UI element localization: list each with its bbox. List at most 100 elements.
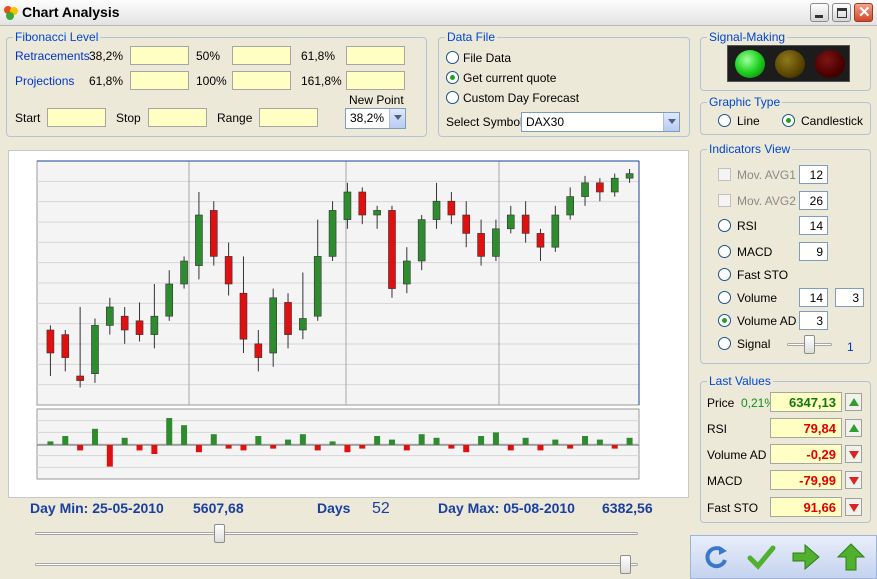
retr-field-2[interactable] [232, 46, 291, 65]
retr-level-2: 50% [196, 49, 221, 63]
volume-bar [567, 445, 574, 449]
rsi-up-button[interactable] [845, 419, 862, 437]
next-icon[interactable] [791, 542, 821, 572]
radio-volume[interactable] [718, 291, 731, 304]
mov-avg1-value[interactable]: 12 [799, 165, 828, 184]
volume-ad-last-value: -0,29 [770, 444, 842, 464]
start-field[interactable] [47, 108, 106, 127]
volume-bar [537, 445, 544, 451]
radio-macd[interactable] [718, 245, 731, 258]
check-icon[interactable] [746, 542, 776, 572]
radio-line[interactable] [718, 114, 731, 127]
check-mov-avg2[interactable] [718, 194, 731, 207]
volume-bar [359, 445, 366, 449]
start-label: Start [15, 111, 41, 125]
candle [313, 256, 322, 317]
radio-candlestick[interactable] [782, 114, 795, 127]
day-min-label: Day Min: 25-05-2010 [30, 500, 164, 516]
signal-title: Signal-Making [707, 30, 788, 44]
candlestick-chart[interactable] [9, 151, 690, 499]
chevron-down-icon[interactable] [389, 109, 405, 128]
candle [506, 214, 515, 230]
refresh-icon[interactable] [701, 542, 731, 572]
radio-current-quote[interactable] [446, 71, 459, 84]
volume-ad-value[interactable]: 3 [799, 311, 828, 330]
symbol-select[interactable]: DAX30 [521, 112, 680, 132]
radio-file-data[interactable] [446, 51, 459, 64]
end-slider-thumb[interactable] [620, 555, 631, 574]
chevron-down-icon[interactable] [663, 113, 679, 131]
radio-fast-sto[interactable] [718, 268, 731, 281]
start-slider-track[interactable] [35, 532, 638, 535]
label-volume-ad: Volume AD [737, 314, 797, 328]
candle [343, 191, 352, 220]
candle [432, 200, 441, 220]
price-value: 6347,13 [770, 392, 842, 412]
radio-signal[interactable] [718, 337, 731, 350]
volume-bar [463, 445, 470, 453]
volume-value2[interactable]: 3 [835, 288, 864, 307]
proj-field-2[interactable] [232, 71, 291, 90]
option-custom-forecast: Custom Day Forecast [463, 91, 580, 105]
volume-bar [314, 445, 321, 451]
candle [447, 200, 456, 216]
macd-down-button[interactable] [845, 471, 862, 489]
volume-bar [255, 436, 262, 445]
minimize-button[interactable] [810, 3, 829, 22]
candle [165, 283, 174, 317]
volume-bar [388, 439, 395, 445]
retr-field-3[interactable] [346, 46, 405, 65]
select-symbol-label: Select Symbol [446, 115, 523, 129]
candle [417, 219, 426, 262]
chart-area[interactable] [8, 150, 689, 498]
volume-bar [329, 441, 336, 445]
action-toolbar [690, 535, 877, 579]
range-field[interactable] [259, 108, 318, 127]
fast-sto-down-button[interactable] [845, 498, 862, 516]
fibonacci-title: Fibonacci Level [13, 30, 101, 44]
volume-ad-down-button[interactable] [845, 445, 862, 463]
candle [551, 214, 560, 248]
volume-value[interactable]: 14 [799, 288, 828, 307]
candle [135, 320, 144, 335]
range-label: Range [217, 111, 253, 125]
volume-bar [225, 445, 232, 449]
volume-bar [552, 439, 559, 445]
check-mov-avg1[interactable] [718, 168, 731, 181]
minimize-icon [815, 15, 823, 18]
candle [209, 210, 218, 257]
radio-rsi[interactable] [718, 219, 731, 232]
new-point-select[interactable]: 38,2% [345, 108, 406, 129]
retr-field-1[interactable] [130, 46, 189, 65]
radio-volume-ad[interactable] [718, 314, 731, 327]
volume-bar [285, 439, 292, 445]
proj-field-3[interactable] [346, 71, 405, 90]
day-max-value: 6382,56 [602, 500, 653, 516]
volume-bar [492, 432, 499, 445]
candle [76, 375, 84, 381]
candle [566, 196, 574, 216]
volume-bar [522, 437, 529, 445]
candle [477, 233, 485, 257]
radio-custom-forecast[interactable] [446, 91, 459, 104]
start-slider-thumb[interactable] [214, 524, 225, 543]
stop-field[interactable] [148, 108, 207, 127]
macd-value[interactable]: 9 [799, 242, 828, 261]
candle [358, 191, 367, 216]
arrow-down-icon [849, 477, 859, 485]
end-slider-track[interactable] [35, 563, 638, 566]
up-icon[interactable] [836, 542, 866, 572]
rsi-value[interactable]: 14 [799, 216, 828, 235]
proj-field-1[interactable] [130, 71, 189, 90]
price-up-button[interactable] [845, 393, 862, 411]
maximize-button[interactable] [832, 3, 851, 22]
candle [373, 210, 381, 216]
close-button[interactable]: ✕ [854, 3, 873, 22]
signal-slider-thumb[interactable] [804, 335, 815, 354]
mov-avg2-value[interactable]: 26 [799, 191, 828, 210]
label-rsi: RSI [737, 219, 758, 233]
days-value: 52 [372, 500, 390, 517]
volume-bar [166, 418, 173, 445]
volume-bar [448, 445, 455, 449]
volume-bar [195, 445, 202, 453]
